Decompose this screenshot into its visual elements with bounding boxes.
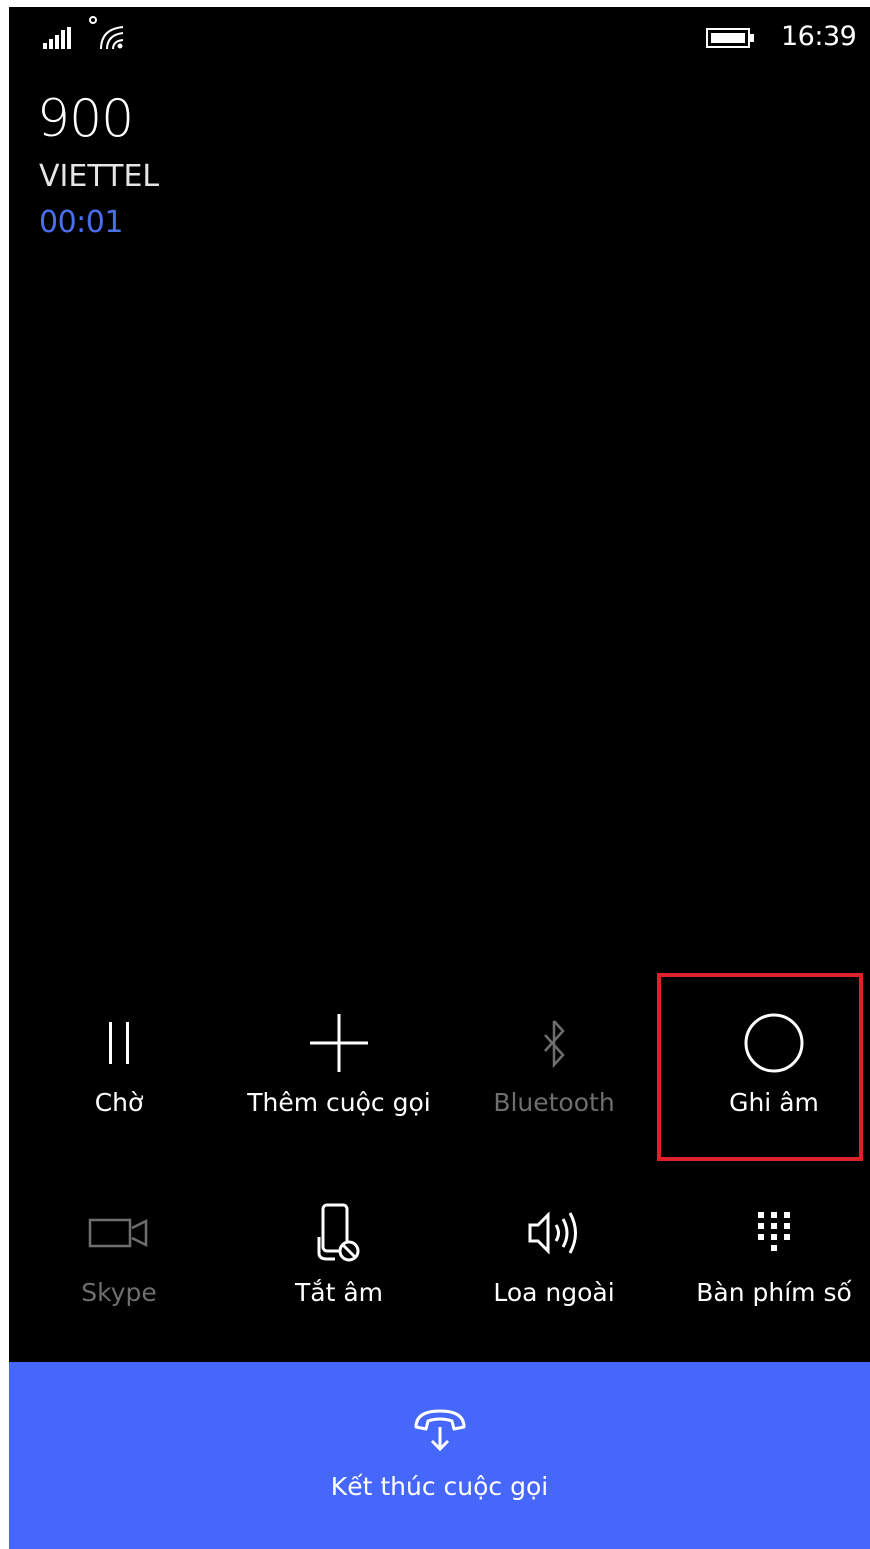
- mute-phone-icon: [317, 1203, 360, 1262]
- video-camera-icon: [88, 1218, 148, 1248]
- call-timer: 00:01: [39, 205, 123, 240]
- caller-number: 900: [37, 89, 134, 149]
- speaker-button[interactable]: Loa ngoài: [464, 1202, 644, 1307]
- battery-icon: [706, 28, 754, 48]
- record-button[interactable]: Ghi âm: [679, 1012, 869, 1117]
- hang-up-icon: [414, 1409, 465, 1452]
- bluetooth-icon: [544, 1020, 565, 1069]
- speaker-icon: [528, 1211, 577, 1255]
- speaker-label: Loa ngoài: [493, 1278, 615, 1307]
- status-time: 16:39: [781, 21, 857, 52]
- bluetooth-button[interactable]: Bluetooth: [464, 1012, 644, 1117]
- caller-carrier: VIETTEL: [39, 159, 160, 194]
- end-call-label: Kết thúc cuộc gọi: [330, 1472, 549, 1501]
- end-call-button[interactable]: Kết thúc cuộc gọi: [9, 1362, 870, 1549]
- status-bar: 16:39: [9, 7, 870, 67]
- plus-icon: [310, 1014, 368, 1072]
- bluetooth-label: Bluetooth: [493, 1088, 615, 1117]
- mute-label: Tắt âm: [294, 1278, 383, 1307]
- add-call-label: Thêm cuộc gọi: [247, 1088, 431, 1117]
- wifi-icon: [89, 16, 124, 50]
- hold-label: Chờ: [94, 1088, 144, 1117]
- pause-icon: [109, 1022, 129, 1064]
- record-label: Ghi âm: [729, 1088, 819, 1117]
- call-screen: 16:39 900 VIETTEL 00:01 Chờ Thêm cuộc gọ…: [9, 7, 870, 1549]
- skype-button[interactable]: Skype: [29, 1202, 209, 1307]
- keypad-label: Bàn phím số: [696, 1278, 852, 1307]
- skype-label: Skype: [81, 1278, 157, 1307]
- mute-button[interactable]: Tắt âm: [229, 1202, 449, 1307]
- signal-icon: [43, 27, 71, 49]
- hold-button[interactable]: Chờ: [29, 1012, 209, 1117]
- record-circle-icon: [744, 1013, 804, 1073]
- add-call-button[interactable]: Thêm cuộc gọi: [229, 1012, 449, 1117]
- keypad-button[interactable]: Bàn phím số: [679, 1202, 869, 1307]
- keypad-icon: [758, 1212, 790, 1251]
